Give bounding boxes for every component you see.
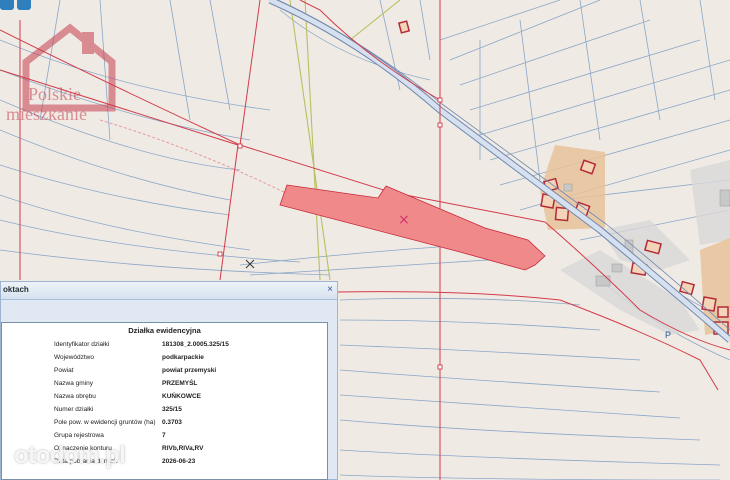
dashed-boundary [99,119,301,201]
attr-row: Pole pow. w ewidencji gruntów (ha) 0.370… [2,417,327,430]
attr-label: Identyfikator działki [54,341,110,348]
svg-text:Polskie: Polskie [28,84,81,104]
close-icon[interactable]: × [327,284,333,295]
attr-value: powiat przemyski [162,367,217,374]
attr-value: RIVb,RIVa,RV [162,445,204,452]
section-title: Działka ewidencyjna [128,326,201,335]
attr-row: Powiat powiat przemyski [2,365,327,378]
map-toolbar-icon[interactable] [17,0,31,10]
attr-label: Województwo [54,354,94,361]
popup-title: oktach [3,285,29,294]
attr-label: Nazwa gminy [54,380,94,387]
otodom-watermark: otodom.pl [14,442,126,469]
attr-row: Numer działki 325/15 [2,404,327,417]
attr-value: 325/15 [162,406,182,413]
parking-label: P [665,330,671,340]
parcel-marker-icon: × [398,212,410,228]
attr-label: Nazwa obrębu [54,393,96,400]
polskie-mieszkanie-logo: Polskie mieszkanie [6,23,116,124]
attr-row: Województwo podkarpackie [2,352,327,365]
attr-label: Pole pow. w ewidencji gruntów (ha) [54,419,156,426]
attr-label: Grupa rejestrowa [54,432,104,439]
attr-label: Powiat [54,367,74,374]
svg-text:mieszkanie: mieszkanie [6,104,87,124]
attr-row: Nazwa obrębu KUŃKOWCE [2,391,327,404]
attr-row: Nazwa gminy PRZEMYŚL [2,378,327,391]
attr-label: Numer działki [54,406,94,413]
map-toolbar-icon[interactable] [0,0,14,10]
attr-value: KUŃKOWCE [162,393,201,400]
attr-row: Identyfikator działki 181308_2.0005.325/… [2,339,327,352]
attr-value: 2026-06-23 [162,458,196,465]
attr-value: podkarpackie [162,354,204,361]
attr-value: 7 [162,432,166,439]
attr-value: 181308_2.0005.325/15 [162,341,229,348]
attr-value: 0.3703 [162,419,182,426]
popup-header: oktach × [1,282,337,300]
attr-value: PRZEMYŚL [162,380,198,387]
